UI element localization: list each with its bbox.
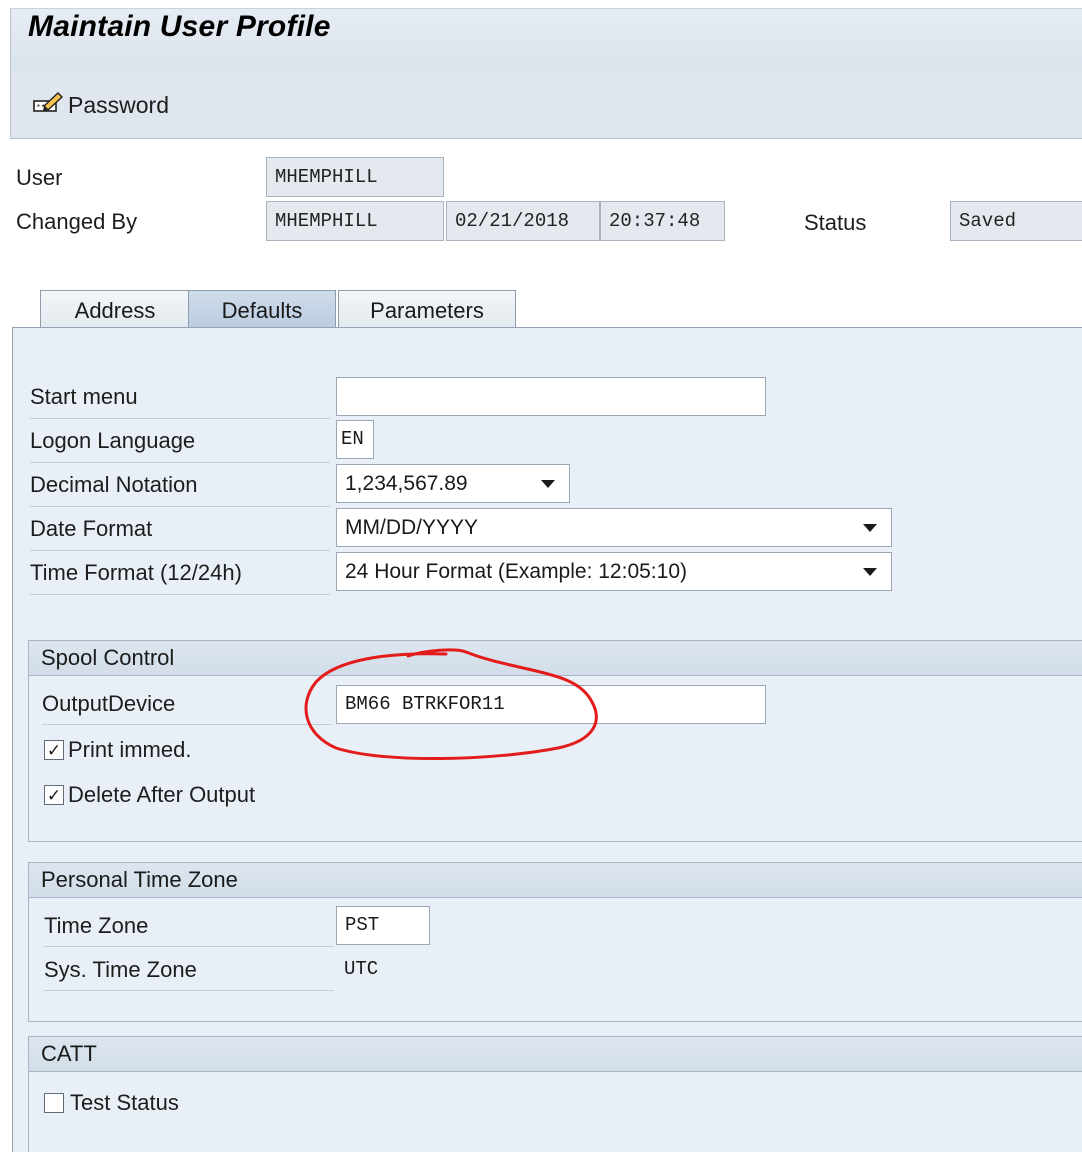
delete-after-output-label: Delete After Output (68, 782, 256, 807)
print-immed-checkbox[interactable]: ✓ (44, 740, 64, 760)
decimal-notation-dropdown[interactable]: 1,234,567.89 (336, 464, 570, 503)
dropdown-arrow-icon (541, 480, 555, 488)
start-menu-input[interactable] (336, 377, 766, 416)
logon-language-label: Logon Language (30, 420, 330, 463)
page-title: Maintain User Profile (28, 10, 331, 43)
tab-parameters-label: Parameters (370, 298, 484, 323)
password-pencil-icon: *** (32, 90, 66, 121)
decimal-notation-value: 1,234,567.89 (345, 472, 468, 495)
test-status-checkbox[interactable] (44, 1093, 64, 1113)
tab-address[interactable]: Address (40, 290, 190, 331)
output-device-label: OutputDevice (42, 684, 332, 725)
delete-after-output-checkbox[interactable]: ✓ (44, 785, 64, 805)
decimal-notation-label: Decimal Notation (30, 464, 330, 507)
time-zone-input[interactable]: PST (336, 906, 430, 945)
date-format-label: Date Format (30, 508, 330, 551)
checkmark-icon: ✓ (46, 740, 62, 760)
test-status-label: Test Status (70, 1090, 179, 1115)
sys-time-zone-value: UTC (344, 958, 379, 980)
changed-by-field[interactable]: MHEMPHILL (266, 201, 444, 241)
delete-after-output-checkbox-row[interactable]: ✓ Delete After Output (44, 782, 255, 808)
changed-time-field[interactable]: 20:37:48 (600, 201, 725, 241)
catt-title: CATT (29, 1037, 1082, 1072)
print-immed-checkbox-row[interactable]: ✓ Print immed. (44, 737, 191, 763)
logon-language-input[interactable]: EN (336, 420, 374, 459)
tab-address-label: Address (74, 298, 156, 323)
sys-time-zone-label: Sys. Time Zone (44, 950, 334, 991)
status-field[interactable]: Saved (950, 201, 1082, 241)
user-field[interactable]: MHEMPHILL (266, 157, 444, 197)
time-zone-label: Time Zone (44, 906, 334, 947)
user-label: User (16, 165, 63, 190)
test-status-checkbox-row[interactable]: Test Status (44, 1090, 179, 1116)
password-button[interactable]: *** Password (32, 90, 169, 120)
changed-date-field[interactable]: 02/21/2018 (446, 201, 600, 241)
catt-group: CATT (28, 1036, 1082, 1152)
personal-time-zone-title: Personal Time Zone (29, 863, 1082, 898)
time-format-label: Time Format (12/24h) (30, 552, 330, 595)
password-button-label: Password (68, 91, 169, 118)
tab-defaults[interactable]: Defaults (188, 290, 336, 331)
annotation-circle (304, 648, 598, 761)
tab-parameters[interactable]: Parameters (338, 290, 516, 331)
dropdown-arrow-icon (863, 568, 877, 576)
date-format-dropdown[interactable]: MM/DD/YYYY (336, 508, 892, 547)
tab-defaults-label: Defaults (221, 298, 303, 323)
changed-by-label: Changed By (16, 209, 138, 234)
time-format-dropdown[interactable]: 24 Hour Format (Example: 12:05:10) (336, 552, 892, 591)
print-immed-label: Print immed. (68, 737, 192, 762)
application-toolbar (10, 70, 1082, 139)
status-label: Status (804, 210, 867, 235)
date-format-value: MM/DD/YYYY (345, 516, 479, 539)
time-format-value: 24 Hour Format (Example: 12:05:10) (345, 560, 687, 583)
checkmark-icon: ✓ (46, 785, 62, 805)
dropdown-arrow-icon (863, 524, 877, 532)
start-menu-label: Start menu (30, 376, 330, 419)
